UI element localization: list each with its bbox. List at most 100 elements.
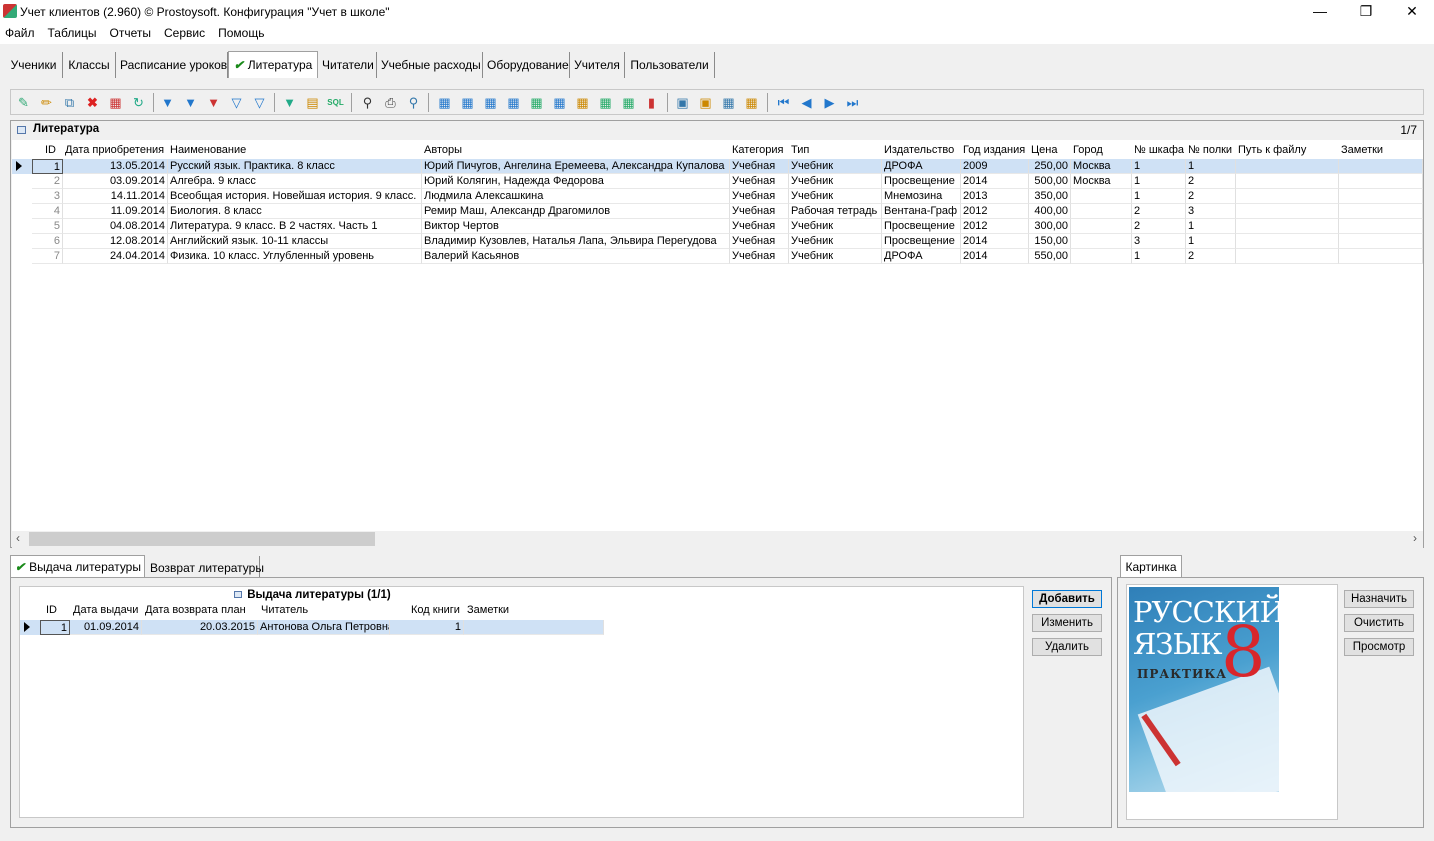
filter-save-icon[interactable]: ▼ <box>281 94 298 111</box>
table-cell[interactable]: Москва <box>1071 159 1132 174</box>
table-row[interactable]: 3 14.11.2014 Всеобщая история. Новейшая ис… <box>12 189 1423 204</box>
maximize-button[interactable]: ❐ <box>1343 0 1389 24</box>
column-header[interactable]: Тип <box>791 144 809 156</box>
column-header[interactable]: Дата возврата план <box>145 604 246 616</box>
table-cell[interactable]: Литература. 9 класс. В 2 частях. Часть 1 <box>168 219 422 234</box>
table-cell[interactable]: 13.05.2014 <box>63 159 168 174</box>
preview-icon[interactable]: ⚲ <box>405 94 422 111</box>
table-cell[interactable]: 2 <box>1186 189 1236 204</box>
edit-button[interactable]: Изменить <box>1032 614 1102 632</box>
table-cell[interactable] <box>1071 249 1132 264</box>
table-cell[interactable]: Учебник <box>789 249 882 264</box>
menu-tables[interactable]: Таблицы <box>43 24 103 40</box>
minimize-button[interactable]: — <box>1297 0 1343 24</box>
table-cell[interactable]: 2014 <box>961 249 1029 264</box>
table-cell[interactable]: Всеобщая история. Новейшая история. 9 кл… <box>168 189 422 204</box>
table-cell[interactable] <box>1236 174 1339 189</box>
horizontal-scrollbar[interactable]: ‹ › <box>12 531 1423 548</box>
table-cell[interactable]: Учебник <box>789 219 882 234</box>
column-header[interactable]: Код книги <box>411 604 460 616</box>
table-cell[interactable]: 11.09.2014 <box>63 204 168 219</box>
print-icon[interactable]: ⎙ <box>382 94 399 111</box>
table-cell[interactable] <box>1236 234 1339 249</box>
table-cell[interactable]: Юрий Пичугов, Ангелина Еремеева, Алексан… <box>422 159 730 174</box>
column-settings-icon[interactable]: ▣ <box>674 94 691 111</box>
next-record-icon[interactable]: ▶ <box>821 94 838 111</box>
table-cell[interactable]: Юрий Колягин, Надежда Федорова <box>422 174 730 189</box>
table-cell[interactable] <box>1236 189 1339 204</box>
table-cell[interactable]: 2 <box>1132 219 1186 234</box>
table-cell[interactable] <box>1071 189 1132 204</box>
table-cell[interactable]: 250,00 <box>1029 159 1071 174</box>
tab-users[interactable]: Пользователи <box>625 52 715 78</box>
table-cell[interactable]: 3 <box>32 189 63 204</box>
table-cell[interactable]: 2012 <box>961 204 1029 219</box>
table-cell[interactable] <box>1339 174 1423 189</box>
table-row[interactable]: 4 11.09.2014 Биология. 8 класс Ремир Маш, А… <box>12 204 1423 219</box>
sql-icon[interactable]: SQL <box>327 94 344 111</box>
column-header[interactable]: Категория <box>732 144 783 156</box>
table-cell[interactable]: 550,00 <box>1029 249 1071 264</box>
table-cell[interactable]: Людмила Алексашкина <box>422 189 730 204</box>
table-cell[interactable]: Алгебра. 9 класс <box>168 174 422 189</box>
export-5-icon[interactable]: ▦ <box>574 94 591 111</box>
table-row[interactable]: 1 13.05.2014 Русский язык. Практика. 8 кла… <box>12 159 1423 174</box>
table-cell[interactable]: Просвещение <box>882 219 961 234</box>
table-row[interactable]: 7 24.04.2014 Физика. 10 класс. Углубленный… <box>12 249 1423 264</box>
tab-issue[interactable]: ✔ Выдача литературы <box>10 555 145 578</box>
column-header[interactable]: ID <box>46 604 57 616</box>
tab-picture[interactable]: Картинка <box>1120 555 1182 578</box>
menu-file[interactable]: Файл <box>0 24 41 40</box>
table-cell[interactable] <box>464 620 604 635</box>
table-cell[interactable]: 2014 <box>961 174 1029 189</box>
table-cell[interactable]: 1 <box>1132 159 1186 174</box>
table-cell[interactable]: 2009 <box>961 159 1029 174</box>
table-cell[interactable]: 01.09.2014 <box>70 620 142 635</box>
table-cell[interactable]: Русский язык. Практика. 8 класс <box>168 159 422 174</box>
table-cell[interactable]: 1 <box>1186 219 1236 234</box>
table-cell[interactable]: Владимир Кузовлев, Наталья Лапа, Эльвира… <box>422 234 730 249</box>
column-header[interactable]: Цена <box>1031 144 1057 156</box>
table-cell[interactable]: 2012 <box>961 219 1029 234</box>
column-header[interactable]: Наименование <box>170 144 246 156</box>
delete-all-icon[interactable]: ▦ <box>107 94 124 111</box>
layout-icon[interactable]: ▦ <box>743 94 760 111</box>
table-cell[interactable]: 2 <box>1186 249 1236 264</box>
table-cell[interactable]: 400,00 <box>1029 204 1071 219</box>
table-cell[interactable] <box>1236 159 1339 174</box>
table-cell[interactable]: 1 <box>1186 234 1236 249</box>
export-6-icon[interactable]: ▦ <box>597 94 614 111</box>
table-cell[interactable] <box>1236 249 1339 264</box>
table-cell[interactable]: Рабочая тетрадь <box>789 204 882 219</box>
table-cell[interactable]: 300,00 <box>1029 219 1071 234</box>
menu-reports[interactable]: Отчеты <box>105 24 157 40</box>
table-cell[interactable]: 2013 <box>961 189 1029 204</box>
table-cell[interactable]: 7 <box>32 249 63 264</box>
filter-remove-icon[interactable]: ▼ <box>205 94 222 111</box>
tab-classes[interactable]: Классы <box>63 52 116 78</box>
export-2-icon[interactable]: ▦ <box>459 94 476 111</box>
column-header[interactable]: Путь к файлу <box>1238 144 1306 156</box>
table-cell[interactable]: 3 <box>1186 204 1236 219</box>
issue-row[interactable]: 1 01.09.2014 20.03.2015 Антонова Ольга Петр… <box>20 620 604 635</box>
column-header[interactable]: Заметки <box>1341 144 1383 156</box>
tab-schedule[interactable]: Расписание уроков <box>116 52 228 78</box>
chart-icon[interactable]: ▮ <box>643 94 660 111</box>
export-word-icon[interactable]: ▦ <box>505 94 522 111</box>
column-header[interactable]: Авторы <box>424 144 462 156</box>
view-button[interactable]: Просмотр <box>1344 638 1414 656</box>
group-icon[interactable]: ▤ <box>304 94 321 111</box>
export-excel-icon[interactable]: ▦ <box>528 94 545 111</box>
tab-expenses[interactable]: Учебные расходы <box>377 52 483 78</box>
columns-icon[interactable]: ▦ <box>720 94 737 111</box>
copy-icon[interactable]: ⧉ <box>61 94 78 111</box>
tab-literature[interactable]: ✔ Литература <box>228 51 318 78</box>
table-cell[interactable] <box>1339 189 1423 204</box>
column-header[interactable]: Издательство <box>884 144 954 156</box>
table-cell[interactable]: Учебная <box>730 249 789 264</box>
table-cell[interactable]: Учебная <box>730 159 789 174</box>
table-cell[interactable]: Учебник <box>789 189 882 204</box>
table-cell[interactable]: 1 <box>40 620 70 635</box>
last-record-icon[interactable]: ⏭ <box>844 94 861 111</box>
table-cell[interactable] <box>1236 204 1339 219</box>
